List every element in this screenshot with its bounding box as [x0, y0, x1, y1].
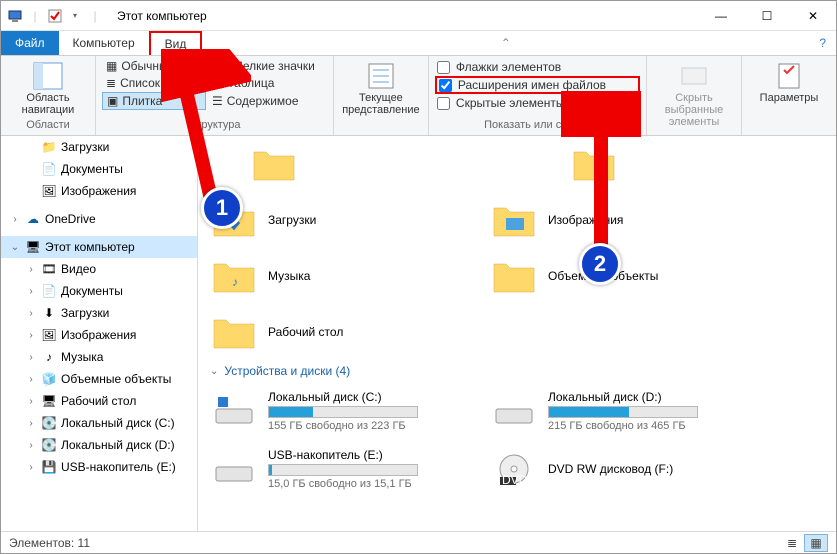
pictures-icon: 🖼	[41, 183, 57, 199]
nav-music[interactable]: ›♪Музыка	[1, 346, 197, 368]
usb-icon	[210, 449, 258, 489]
folder-icon	[250, 144, 298, 184]
svg-text:DVD: DVD	[502, 473, 528, 487]
capacity-bar	[268, 406, 418, 418]
nav-videos[interactable]: ›🎞Видео	[1, 258, 197, 280]
drive-d[interactable]: Локальный диск (D:)215 ГБ свободно из 46…	[486, 386, 746, 436]
desktop-folder-icon	[210, 312, 258, 352]
documents-icon: 📄	[41, 161, 57, 177]
nav-pictures2[interactable]: ›🖼Изображения	[1, 324, 197, 346]
music-folder-icon: ♪	[210, 256, 258, 296]
view-tiles-button[interactable]: ▦	[804, 534, 828, 552]
nav-this-pc[interactable]: ⌄🖥Этот компьютер	[1, 236, 197, 258]
icons-medium-icon: ▦	[106, 59, 117, 73]
nav-disk-e[interactable]: ›💾USB-накопитель (E:)	[1, 456, 197, 478]
current-view-button[interactable]: Текущее представление	[340, 58, 422, 118]
disk-icon: 💽	[41, 415, 57, 431]
checkbox-hidden[interactable]	[437, 97, 450, 110]
drive-c[interactable]: Локальный диск (C:)155 ГБ свободно из 22…	[206, 386, 466, 436]
ribbon: Область навигации Области ▦Обычные значк…	[1, 56, 836, 136]
ribbon-collapse-button[interactable]: ⌃	[491, 31, 521, 55]
drive-e[interactable]: USB-накопитель (E:)15,0 ГБ свободно из 1…	[206, 444, 466, 494]
documents-icon: 📄	[41, 283, 57, 299]
folder-tile[interactable]	[246, 140, 506, 188]
disk-icon	[210, 391, 258, 431]
arrow-2	[561, 91, 641, 261]
check-item-flags[interactable]: Флажки элементов	[435, 58, 640, 76]
nav-disk-c[interactable]: ›💽Локальный диск (C:)	[1, 412, 197, 434]
desktop-icon: 🖥	[41, 393, 57, 409]
qat-separator: |	[27, 8, 43, 24]
pc-icon: 🖥	[25, 239, 41, 255]
callout-2: 2	[579, 243, 621, 285]
options-icon	[773, 60, 805, 92]
tiles-icon: ▣	[107, 94, 118, 108]
checkbox-icon[interactable]	[47, 8, 63, 24]
close-button[interactable]: ✕	[790, 1, 836, 31]
folder-desktop[interactable]: Рабочий стол	[206, 308, 466, 356]
disk-icon	[490, 391, 538, 431]
nav-pane-icon	[32, 60, 64, 92]
capacity-bar	[548, 406, 698, 418]
nav-downloads2[interactable]: ›⬇Загрузки	[1, 302, 197, 324]
checkbox-flags[interactable]	[437, 61, 450, 74]
list-icon: ≣	[106, 76, 116, 90]
cube-folder-icon	[490, 256, 538, 296]
group-panes-label: Области	[7, 119, 89, 133]
status-item-count: Элементов: 11	[9, 536, 90, 550]
dvd-icon: DVD	[490, 449, 538, 489]
ribbon-tabs: Файл Компьютер Вид ⌃ ?	[1, 31, 836, 56]
disk-icon: 💽	[41, 437, 57, 453]
help-button[interactable]: ?	[809, 31, 836, 55]
videos-icon: 🎞	[41, 261, 57, 277]
options-button[interactable]: Параметры	[748, 58, 830, 106]
hide-selected-button[interactable]: Скрыть выбранные элементы	[653, 58, 735, 130]
onedrive-icon: ☁	[25, 211, 41, 227]
drive-f[interactable]: DVD DVD RW дисковод (F:)	[486, 444, 746, 494]
nav-documents2[interactable]: ›📄Документы	[1, 280, 197, 302]
folder-icon: 📁	[41, 139, 57, 155]
nav-onedrive[interactable]: ›☁OneDrive	[1, 208, 197, 230]
statusbar: Элементов: 11 ≣ ▦	[1, 531, 836, 553]
maximize-button[interactable]: ☐	[744, 1, 790, 31]
nav-desktop[interactable]: ›🖥Рабочий стол	[1, 390, 197, 412]
downloads-icon: ⬇	[41, 305, 57, 321]
nav-disk-d[interactable]: ›💽Локальный диск (D:)	[1, 434, 197, 456]
music-icon: ♪	[41, 349, 57, 365]
folder-music[interactable]: ♪ Музыка	[206, 252, 466, 300]
nav-3dobjects[interactable]: ›🧊Объемные объекты	[1, 368, 197, 390]
section-drives[interactable]: ⌄Устройства и диски (4)	[206, 356, 828, 386]
tab-computer[interactable]: Компьютер	[59, 31, 149, 55]
svg-text:♪: ♪	[232, 275, 238, 289]
titlebar: | ▾ | Этот компьютер — ☐ ✕	[1, 1, 836, 31]
minimize-button[interactable]: —	[698, 1, 744, 31]
cube-icon: 🧊	[41, 371, 57, 387]
checkbox-extensions[interactable]	[439, 79, 452, 92]
qat-dropdown-icon[interactable]: ▾	[67, 8, 83, 24]
window-title: Этот компьютер	[117, 9, 207, 23]
chevron-down-icon: ⌄	[210, 366, 218, 377]
callout-1: 1	[201, 187, 243, 229]
capacity-bar	[268, 464, 418, 476]
arrow-1	[161, 49, 251, 209]
current-view-icon	[365, 60, 397, 92]
pictures-icon: 🖼	[41, 327, 57, 343]
pictures-folder-icon	[490, 200, 538, 240]
pc-icon	[7, 8, 23, 24]
view-details-button[interactable]: ≣	[780, 534, 804, 552]
tab-file[interactable]: Файл	[1, 31, 59, 55]
hide-icon	[678, 60, 710, 92]
qat-separator: |	[87, 8, 103, 24]
usb-icon: 💾	[41, 459, 57, 475]
navigation-pane-button[interactable]: Область навигации	[7, 58, 89, 118]
main-content[interactable]: Загрузки Изображения ♪ Музыка Объемные о…	[198, 136, 836, 531]
